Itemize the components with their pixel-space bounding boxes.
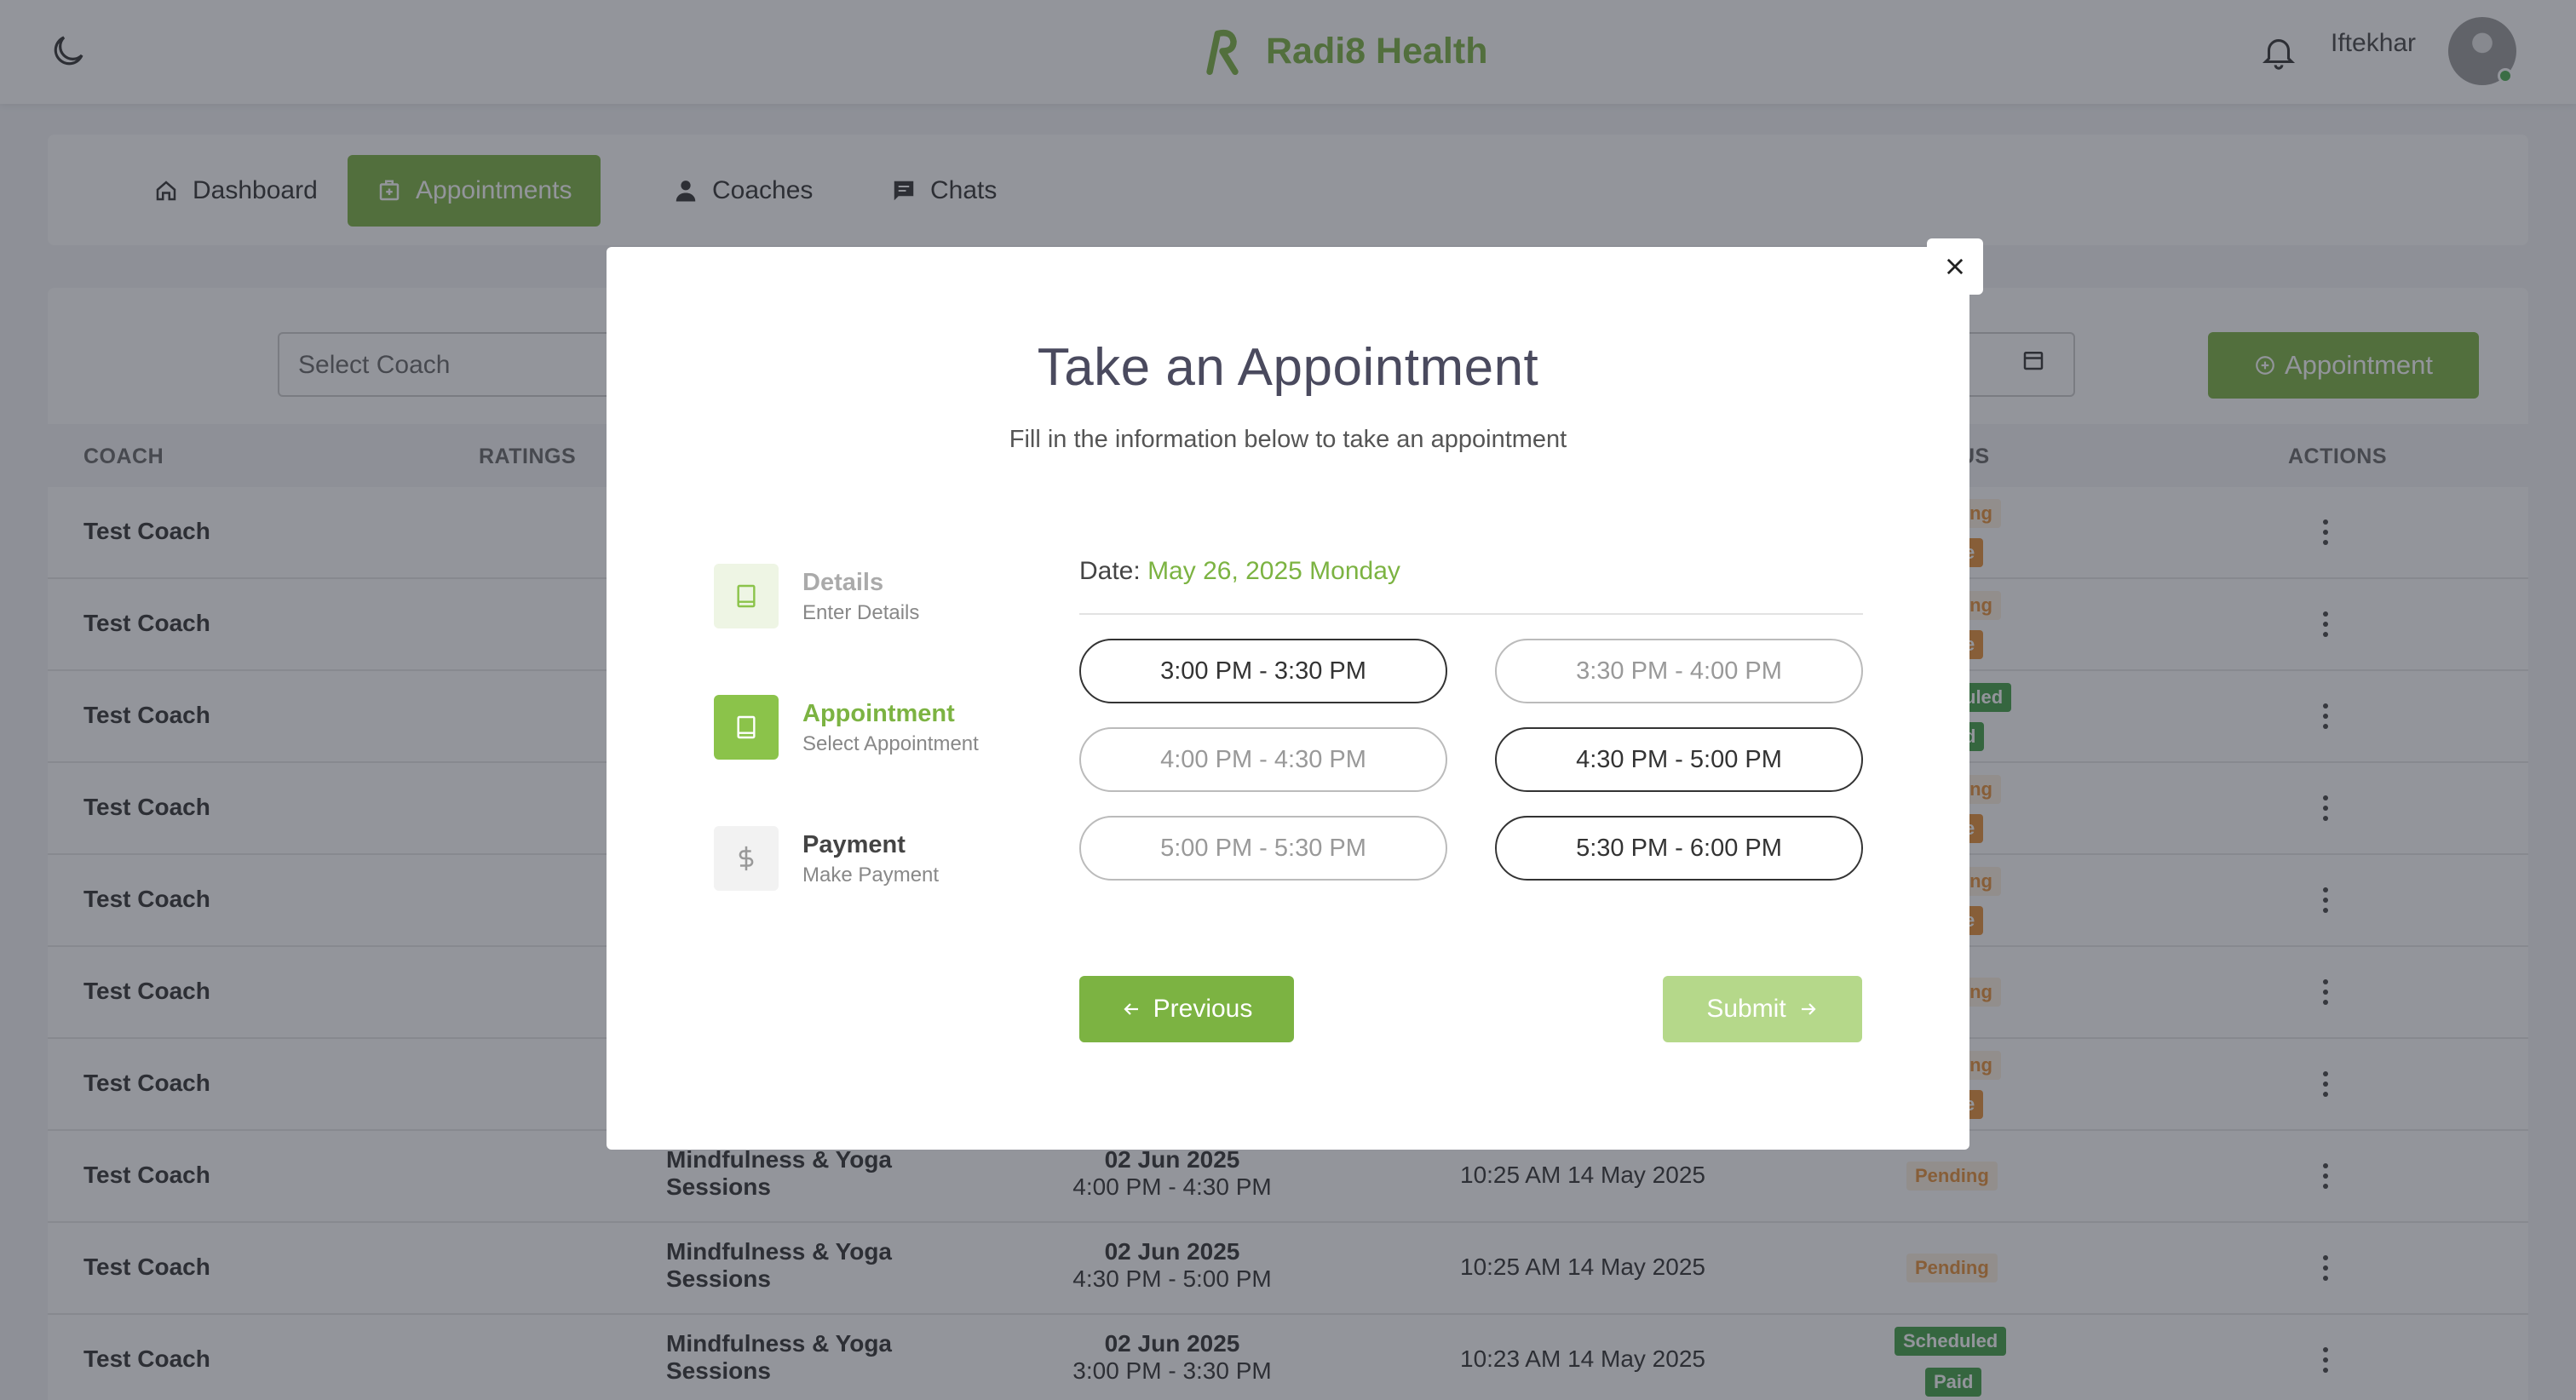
close-icon bbox=[1946, 258, 1964, 275]
step-title: Payment bbox=[802, 831, 906, 858]
submit-button[interactable]: Submit bbox=[1663, 976, 1862, 1042]
time-slot-button[interactable]: 3:30 PM - 4:00 PM bbox=[1495, 639, 1863, 703]
step-desc: Make Payment bbox=[802, 864, 940, 886]
step-desc: Enter Details bbox=[802, 601, 920, 624]
arrow-left-icon bbox=[1124, 1003, 1138, 1015]
step-icon bbox=[714, 826, 779, 891]
time-slot-button[interactable]: 4:30 PM - 5:00 PM bbox=[1495, 727, 1863, 792]
arrow-right-icon bbox=[1801, 1003, 1816, 1015]
previous-button[interactable]: Previous bbox=[1079, 976, 1294, 1042]
selected-date: Date: May 26, 2025 Monday bbox=[1079, 557, 1400, 586]
time-slot-button[interactable]: 5:30 PM - 6:00 PM bbox=[1495, 816, 1863, 881]
modal-subtitle: Fill in the information below to take an… bbox=[1009, 426, 1567, 453]
step-icon bbox=[714, 695, 779, 760]
close-modal-button[interactable] bbox=[1927, 238, 1983, 295]
dollar-icon bbox=[739, 846, 754, 871]
previous-label: Previous bbox=[1153, 995, 1253, 1023]
book-icon bbox=[737, 715, 756, 739]
time-slot-button[interactable]: 3:00 PM - 3:30 PM bbox=[1079, 639, 1447, 703]
time-slot-button[interactable]: 4:00 PM - 4:30 PM bbox=[1079, 727, 1447, 792]
step-desc: Select Appointment bbox=[802, 732, 979, 755]
date-label: Date: bbox=[1079, 557, 1141, 585]
modal-title: Take an Appointment bbox=[1037, 338, 1539, 397]
divider bbox=[1079, 613, 1863, 615]
step-icon bbox=[714, 564, 779, 628]
time-slot-button[interactable]: 5:00 PM - 5:30 PM bbox=[1079, 816, 1447, 881]
date-value: May 26, 2025 Monday bbox=[1147, 557, 1400, 585]
appointment-modal: Take an Appointment Fill in the informat… bbox=[607, 247, 1969, 1150]
step-title: Appointment bbox=[802, 700, 955, 727]
book-icon bbox=[737, 584, 756, 608]
step-title: Details bbox=[802, 569, 884, 596]
submit-label: Submit bbox=[1706, 995, 1786, 1023]
